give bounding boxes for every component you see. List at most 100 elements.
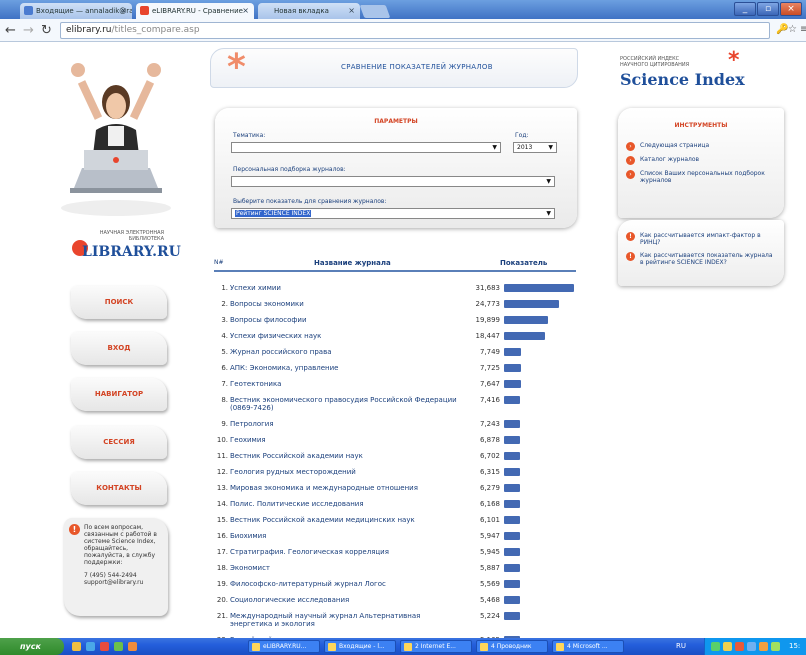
row-number: 9. <box>221 420 228 428</box>
value-bar <box>504 548 520 556</box>
reload-icon[interactable]: ↻ <box>41 23 52 38</box>
personal-collection-select[interactable]: ▼ <box>231 176 555 187</box>
forward-arrow-icon[interactable]: → <box>23 23 34 38</box>
journal-name-link[interactable]: Мировая экономика и международные отноше… <box>230 484 470 492</box>
new-tab-button[interactable] <box>359 5 391 18</box>
close-icon[interactable]: × <box>348 6 355 15</box>
next-page-link[interactable]: › Следующая страница <box>626 142 776 151</box>
science-index-help-link[interactable]: ! Как рассчитывается показатель журнала в… <box>626 252 776 266</box>
tray-icon[interactable] <box>759 642 768 651</box>
impact-factor-help-link[interactable]: ! Как рассчитывается импакт-фактор в РИНЦ… <box>626 232 776 246</box>
row-number: 11. <box>216 452 228 460</box>
quicklaunch-icon[interactable] <box>72 642 81 651</box>
table-row: 18. Экономист 5,887 <box>214 564 576 578</box>
row-number: 7. <box>221 380 228 388</box>
science-index-caption: РОССИЙСКИЙ ИНДЕКС НАУЧНОГО ЦИТИРОВАНИЯ <box>620 56 690 68</box>
row-number: 4. <box>221 332 228 340</box>
value-bar <box>504 364 521 372</box>
tab-new[interactable]: Новая вкладка × <box>258 3 360 19</box>
key-icon[interactable]: 🔑 <box>776 24 788 35</box>
journal-name-link[interactable]: Успехи физических наук <box>230 332 470 340</box>
journal-name-link[interactable]: Социологические исследования <box>230 596 470 604</box>
taskbar-task-elibrary[interactable]: eLIBRARY.RU... <box>248 640 320 653</box>
journal-name-link[interactable]: Вестник Российской академии медицинских … <box>230 516 470 524</box>
quicklaunch-icon[interactable] <box>86 642 95 651</box>
row-number: 5. <box>221 348 228 356</box>
tray-icon[interactable] <box>735 642 744 651</box>
close-icon[interactable]: × <box>242 6 249 15</box>
tray-icon[interactable] <box>747 642 756 651</box>
science-index-logo[interactable]: Science Index <box>620 70 745 89</box>
close-window-button[interactable]: × <box>780 2 802 16</box>
elibrary-logo[interactable]: LIBRARY.RU <box>82 244 181 260</box>
column-header-name: Название журнала <box>314 259 391 267</box>
journal-name-link[interactable]: Успехи химии <box>230 284 470 292</box>
contacts-button[interactable]: КОНТАКТЫ <box>71 472 167 505</box>
session-button[interactable]: СЕССИЯ <box>71 426 167 459</box>
row-value: 6,279 <box>479 484 500 492</box>
year-select[interactable]: 2013 ▼ <box>513 142 557 153</box>
journal-name-link[interactable]: Вопросы философии <box>230 316 470 324</box>
navigator-button[interactable]: НАВИГАТОР <box>71 378 167 411</box>
back-arrow-icon[interactable]: ← <box>5 23 16 38</box>
taskbar-task-explorer[interactable]: 4 Проводник <box>476 640 548 653</box>
journal-name-link[interactable]: Полис. Политические исследования <box>230 500 470 508</box>
url-field[interactable]: elibrary.ru/titles_compare.asp <box>60 22 770 39</box>
journal-catalog-link[interactable]: › Каталог журналов <box>626 156 776 165</box>
tab-inbox[interactable]: Входящие — annaladik@ra × <box>20 3 132 19</box>
journal-name-link[interactable]: Вестник экономического правосудия Россий… <box>230 396 462 412</box>
start-button[interactable]: пуск <box>0 638 64 655</box>
personal-collections-link[interactable]: › Список Ваших персональных подборок журн… <box>626 170 776 184</box>
support-email-link[interactable]: support@elibrary.ru <box>84 579 162 586</box>
value-bar <box>504 484 520 492</box>
journal-name-link[interactable]: Стратиграфия. Геологическая корреляция <box>230 548 470 556</box>
value-bar <box>504 532 520 540</box>
journal-name-link[interactable]: Геология рудных месторождений <box>230 468 470 476</box>
tab-elibrary[interactable]: eLIBRARY.RU - Сравнение × <box>136 3 254 19</box>
tray-icon[interactable] <box>771 642 780 651</box>
topic-select[interactable]: ▼ <box>231 142 501 153</box>
row-number: 14. <box>216 500 228 508</box>
journal-name-link[interactable]: Экономист <box>230 564 470 572</box>
journal-name-link[interactable]: Журнал российского права <box>230 348 470 356</box>
quicklaunch-icon[interactable] <box>100 642 109 651</box>
close-icon[interactable]: × <box>120 6 127 15</box>
tray-icon[interactable] <box>723 642 732 651</box>
journal-name-link[interactable]: Геохимия <box>230 436 470 444</box>
journal-name-link[interactable]: АПК: Экономика, управление <box>230 364 470 372</box>
value-bar <box>504 316 548 324</box>
journal-name-link[interactable]: Биохимия <box>230 532 470 540</box>
login-button[interactable]: ВХОД <box>71 332 167 365</box>
star-bookmark-icon[interactable]: ☆ <box>788 24 797 35</box>
journal-name-link[interactable]: Вопросы экономики <box>230 300 470 308</box>
column-header-number: N# <box>214 259 224 266</box>
journal-name-link[interactable]: Философско-литературный журнал Логос <box>230 580 470 588</box>
value-bar <box>504 500 520 508</box>
journal-name-link[interactable]: Геотектоника <box>230 380 470 388</box>
taskbar-task-ie[interactable]: 2 Internet E... <box>400 640 472 653</box>
page-title: СРАВНЕНИЕ ПОКАЗАТЕЛЕЙ ЖУРНАЛОВ <box>341 63 493 71</box>
system-tray: 15: <box>704 638 806 655</box>
restore-button[interactable]: ▫ <box>757 2 779 16</box>
menu-icon[interactable]: ≡ <box>800 24 806 35</box>
taskbar-task-inbox[interactable]: Входящие - l... <box>324 640 396 653</box>
row-value: 5,569 <box>479 580 500 588</box>
row-number: 16. <box>216 532 228 540</box>
quicklaunch-icon[interactable] <box>114 642 123 651</box>
quicklaunch-icon[interactable] <box>128 642 137 651</box>
search-button[interactable]: ПОИСК <box>71 286 167 319</box>
indicator-select[interactable]: Рейтинг SCIENCE INDEX ▼ <box>231 208 555 219</box>
journal-name-link[interactable]: Вестник Российской академии наук <box>230 452 470 460</box>
row-value: 31,683 <box>475 284 501 292</box>
journal-name-link[interactable]: Международный научный журнал Альтернатив… <box>230 612 462 628</box>
tray-icon[interactable] <box>711 642 720 651</box>
language-indicator[interactable]: RU <box>676 642 686 650</box>
minimize-button[interactable]: _ <box>734 2 756 16</box>
table-row: 21. Международный научный журнал Альтерна… <box>214 612 576 628</box>
value-bar <box>504 420 520 428</box>
table-row: 4. Успехи физических наук 18,447 <box>214 332 576 346</box>
tools-title: ИНСТРУМЕНТЫ <box>674 122 728 129</box>
taskbar-task-office[interactable]: 4 Microsoft ... <box>552 640 624 653</box>
journal-name-link[interactable]: Петрология <box>230 420 470 428</box>
row-value: 6,168 <box>479 500 500 508</box>
